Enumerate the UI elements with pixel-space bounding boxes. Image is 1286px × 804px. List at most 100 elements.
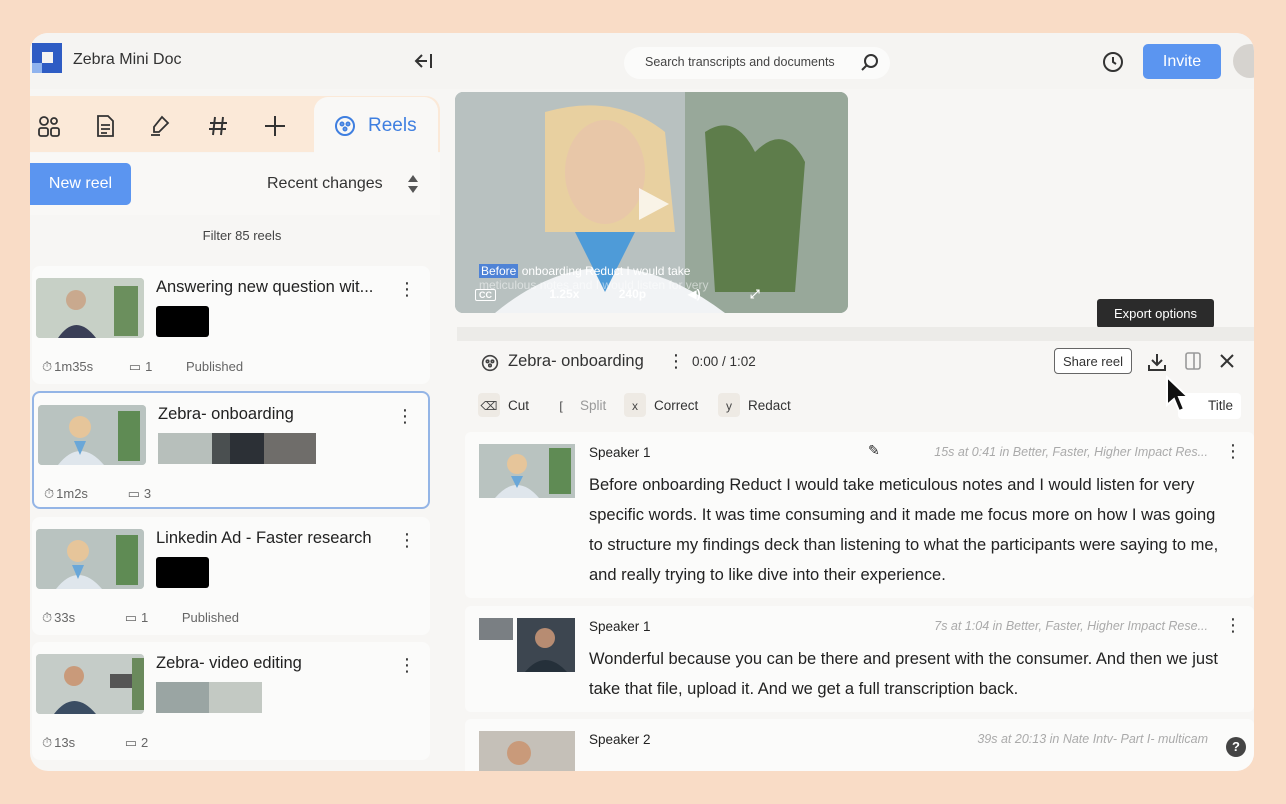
reel-more-icon[interactable]: ⋮ [396,407,414,425]
tab-reels[interactable]: Reels [314,97,438,153]
reel-name[interactable]: Zebra- onboarding [508,352,644,371]
clips-icon: ▭ [124,610,138,625]
title-label: Title [1208,398,1234,413]
sort-dropdown[interactable]: Recent changes [267,175,383,193]
app-logo [32,43,62,73]
reel-more-icon[interactable]: ⋮ [398,656,416,674]
reel-more-icon[interactable]: ⋮ [398,531,416,549]
add-icon[interactable] [263,114,287,138]
paragraph-thumbnail [479,618,575,672]
reel-clip-thumbnail [156,557,209,588]
correct-tool[interactable]: x Correct [624,393,698,419]
reel-duration: 13s [54,735,76,750]
quality-selector[interactable]: 240p [619,287,646,301]
reel-card[interactable]: Linkedin Ad - Faster research ⋮ ⏱ 33s ▭ 1 … [32,517,430,635]
caption-highlight: Before [479,264,519,278]
search-input[interactable]: Search transcripts and documents [624,47,890,79]
panel-toggle-icon[interactable] [1184,351,1202,371]
transcript-text[interactable]: Before onboarding Reduct I would take me… [589,470,1224,590]
cut-tool[interactable]: ⌫ Cut [478,393,529,419]
reel-timecode: 0:00 / 1:02 [692,354,756,369]
help-icon[interactable]: ? [1226,737,1246,757]
mouse-cursor-icon [1166,375,1191,413]
reel-title: Answering new question wit... [156,278,374,296]
cc-button[interactable]: CC [475,289,496,301]
reel-menu-icon[interactable]: ⋮ [667,351,685,372]
reel-clip-count: 2 [141,735,149,750]
redact-label: Redact [748,398,791,413]
reel-thumbnail [36,278,144,338]
document-icon[interactable] [93,114,117,138]
download-icon[interactable] [1146,351,1168,373]
reel-timeline[interactable] [457,327,1254,341]
fullscreen-icon[interactable]: ⤢ [750,287,760,301]
hashtag-icon[interactable] [206,114,230,138]
reel-thumbnail [36,529,144,589]
reel-card[interactable]: Answering new question wit... ⋮ ⏱ 1m35s ▭… [32,266,430,384]
reel-clip-strip [158,433,316,464]
clips-icon: ▭ [127,486,140,501]
speaker-label[interactable]: Speaker 2 [589,732,651,747]
speaker-label[interactable]: Speaker 1 [589,445,651,460]
reel-duration: 1m2s [56,486,88,501]
share-reel-button[interactable]: Share reel [1054,348,1132,374]
split-tool[interactable]: [Split [550,393,606,419]
transcript-text[interactable]: Wonderful because you can be there and p… [589,644,1224,704]
video-player[interactable]: Before onboarding Reduct I would take met… [455,92,848,313]
new-reel-button[interactable]: New reel [30,163,131,205]
reel-meta: ⏱ 13s ▭ 2 [42,735,170,751]
clip-source[interactable]: 39s at 20:13 in Nate Intv- Part I- multi… [977,732,1208,746]
transcript-paragraph[interactable]: Speaker 1 15s at 0:41 in Better, Faster,… [465,432,1254,598]
reel-card[interactable]: Zebra- video editing ⋮ ⏱ 13s ▭ 2 [32,642,430,760]
reels-filter-input[interactable]: Filter 85 reels [30,228,454,243]
cut-shortcut: ⌫ [478,393,500,417]
transcript-paragraph[interactable]: Speaker 2 39s at 20:13 in Nate Intv- Par… [465,719,1254,771]
reel-title: Linkedin Ad - Faster research [156,529,372,547]
reel-thumbnail [38,405,146,465]
redact-tool[interactable]: y Redact [718,393,791,419]
people-icon[interactable] [37,114,61,138]
highlighter-icon[interactable] [148,114,172,138]
reel-meta: ⏱ 33s ▭ 1 Published [42,610,261,626]
reel-clip-count: 3 [143,486,152,501]
collapse-sidebar-icon[interactable] [412,49,436,73]
search-placeholder: Search transcripts and documents [645,55,835,69]
paragraph-more-icon[interactable]: ⋮ [1224,616,1242,634]
timer-icon: ⏱ [42,359,53,374]
tab-reels-label: Reels [368,115,417,136]
play-icon[interactable] [633,184,673,224]
cut-label: Cut [508,398,530,413]
clip-source[interactable]: 15s at 0:41 in Better, Faster, Higher Im… [934,445,1208,459]
reel-thumbnail [36,654,144,714]
history-clock-icon[interactable] [1102,51,1124,73]
clips-icon: ▭ [124,735,138,750]
split-shortcut: [ [559,399,563,413]
video-controls: CC 1.25x 240p ◀) ⤢ [475,287,760,302]
correct-shortcut: x [624,393,646,417]
app-window: Zebra Mini Doc Search transcripts and do… [30,33,1254,771]
paragraph-thumbnail [479,731,575,771]
user-avatar[interactable] [1233,44,1254,78]
highlight-icon: ✎ [868,442,880,458]
sort-arrows-icon[interactable] [407,173,419,195]
correct-label: Correct [654,398,699,413]
speed-selector[interactable]: 1.25x [549,287,579,301]
reel-clip-strip [156,682,262,713]
reel-more-icon[interactable]: ⋮ [398,280,416,298]
transcript-paragraph[interactable]: Speaker 1 7s at 1:04 in Better, Faster, … [465,606,1254,712]
reel-duration: 1m35s [54,359,94,374]
invite-button[interactable]: Invite [1143,44,1221,79]
reel-clip-count: 1 [145,359,153,374]
search-icon[interactable] [860,53,880,73]
reels-toolbar: New reel Recent changes [30,153,440,215]
reel-status: Published [185,359,244,374]
clip-source[interactable]: 7s at 1:04 in Better, Faster, Higher Imp… [934,619,1208,633]
caption-text: onboarding Reduct I would take [518,264,691,278]
speaker-label[interactable]: Speaker 1 [589,619,651,634]
paragraph-more-icon[interactable]: ⋮ [1224,442,1242,460]
volume-icon[interactable]: ◀) [687,287,700,301]
close-icon[interactable] [1219,353,1235,369]
paragraph-thumbnail [479,444,575,498]
reel-card[interactable]: Zebra- onboarding ⋮ ⏱ 1m2s ▭ 3 [32,391,430,509]
top-bar: Zebra Mini Doc Search transcripts and do… [30,33,1254,89]
